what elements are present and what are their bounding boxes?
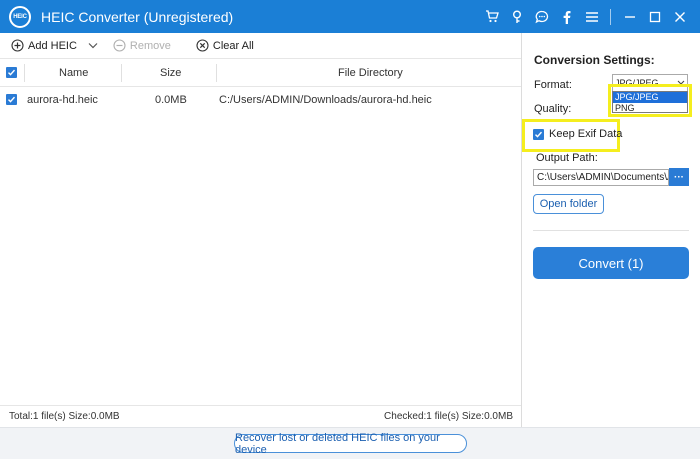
chat-icon[interactable]: [529, 0, 554, 33]
title-bar: HEIC HEIC Converter (Unregistered): [0, 0, 700, 33]
clear-circle-icon: [196, 39, 209, 52]
window-title: HEIC Converter (Unregistered): [41, 8, 234, 25]
file-table-header: Name Size File Directory: [0, 59, 521, 87]
keep-exif-label: Keep Exif Data: [549, 128, 623, 140]
settings-separator: [533, 230, 689, 231]
menu-icon[interactable]: [579, 0, 604, 33]
column-header-size[interactable]: Size: [160, 67, 181, 79]
output-path-field[interactable]: C:\Users\ADMIN\Documents\Ap: [533, 169, 669, 186]
cart-icon[interactable]: [479, 0, 504, 33]
table-row[interactable]: aurora-hd.heic 0.0MB C:/Users/ADMIN/Down…: [0, 87, 521, 112]
convert-button[interactable]: Convert (1): [533, 247, 689, 279]
remove-button[interactable]: Remove: [113, 33, 171, 59]
plus-circle-icon: [11, 39, 24, 52]
clear-all-label: Clear All: [212, 39, 254, 52]
select-all-checkbox[interactable]: [6, 67, 17, 78]
app-logo-icon: HEIC: [9, 5, 31, 28]
file-size: 0.0MB: [155, 94, 187, 106]
recover-files-button[interactable]: Recover lost or deleted HEIC files on yo…: [234, 432, 467, 456]
clear-all-button[interactable]: Clear All: [196, 33, 254, 59]
add-heic-dropdown[interactable]: [88, 33, 98, 59]
quality-label: Quality:: [534, 103, 572, 115]
browse-path-button[interactable]: ···: [669, 168, 689, 186]
checkmark-icon: [535, 131, 543, 138]
format-label: Format:: [534, 79, 572, 91]
add-heic-label: Add HEIC: [28, 39, 77, 52]
minus-circle-icon: [113, 39, 126, 52]
keep-exif-checkbox[interactable]: [533, 128, 544, 140]
column-header-directory[interactable]: File Directory: [338, 67, 403, 79]
file-name: aurora-hd.heic: [27, 94, 98, 106]
facebook-icon[interactable]: [554, 0, 579, 33]
row-checkbox[interactable]: [6, 94, 17, 105]
conversion-settings-panel: Conversion Settings: Format: JPG/JPEG JP…: [522, 33, 700, 427]
title-actions: [479, 0, 692, 33]
close-icon[interactable]: [667, 0, 692, 33]
app-logo-text: HEIC: [13, 13, 27, 20]
file-directory: C:/Users/ADMIN/Downloads/aurora-hd.heic: [219, 94, 432, 106]
minimize-icon[interactable]: [617, 0, 642, 33]
toolbar: Add HEIC Remove Clear All: [0, 33, 521, 59]
column-divider: [121, 64, 122, 82]
open-folder-button[interactable]: Open folder: [533, 194, 604, 214]
chevron-down-icon: [88, 40, 98, 52]
maximize-icon[interactable]: [642, 0, 667, 33]
output-path-label: Output Path:: [536, 152, 598, 164]
remove-label: Remove: [129, 39, 171, 52]
total-status: Total:1 file(s) Size:0.0MB: [9, 411, 120, 422]
status-bar: Total:1 file(s) Size:0.0MB Checked:1 fil…: [0, 405, 521, 427]
footer-bar: Recover lost or deleted HEIC files on yo…: [0, 427, 700, 459]
highlight-box-format: [608, 84, 692, 117]
checkmark-icon: [8, 69, 16, 76]
column-divider: [24, 64, 25, 82]
checkmark-icon: [8, 96, 16, 103]
column-divider: [216, 64, 217, 82]
checked-status: Checked:1 file(s) Size:0.0MB: [384, 411, 513, 422]
key-icon[interactable]: [504, 0, 529, 33]
title-divider: [610, 8, 611, 25]
add-heic-button[interactable]: Add HEIC: [11, 33, 77, 59]
settings-title: Conversion Settings:: [534, 53, 655, 67]
column-header-name[interactable]: Name: [59, 67, 88, 79]
keep-exif-toggle[interactable]: Keep Exif Data: [533, 128, 622, 140]
